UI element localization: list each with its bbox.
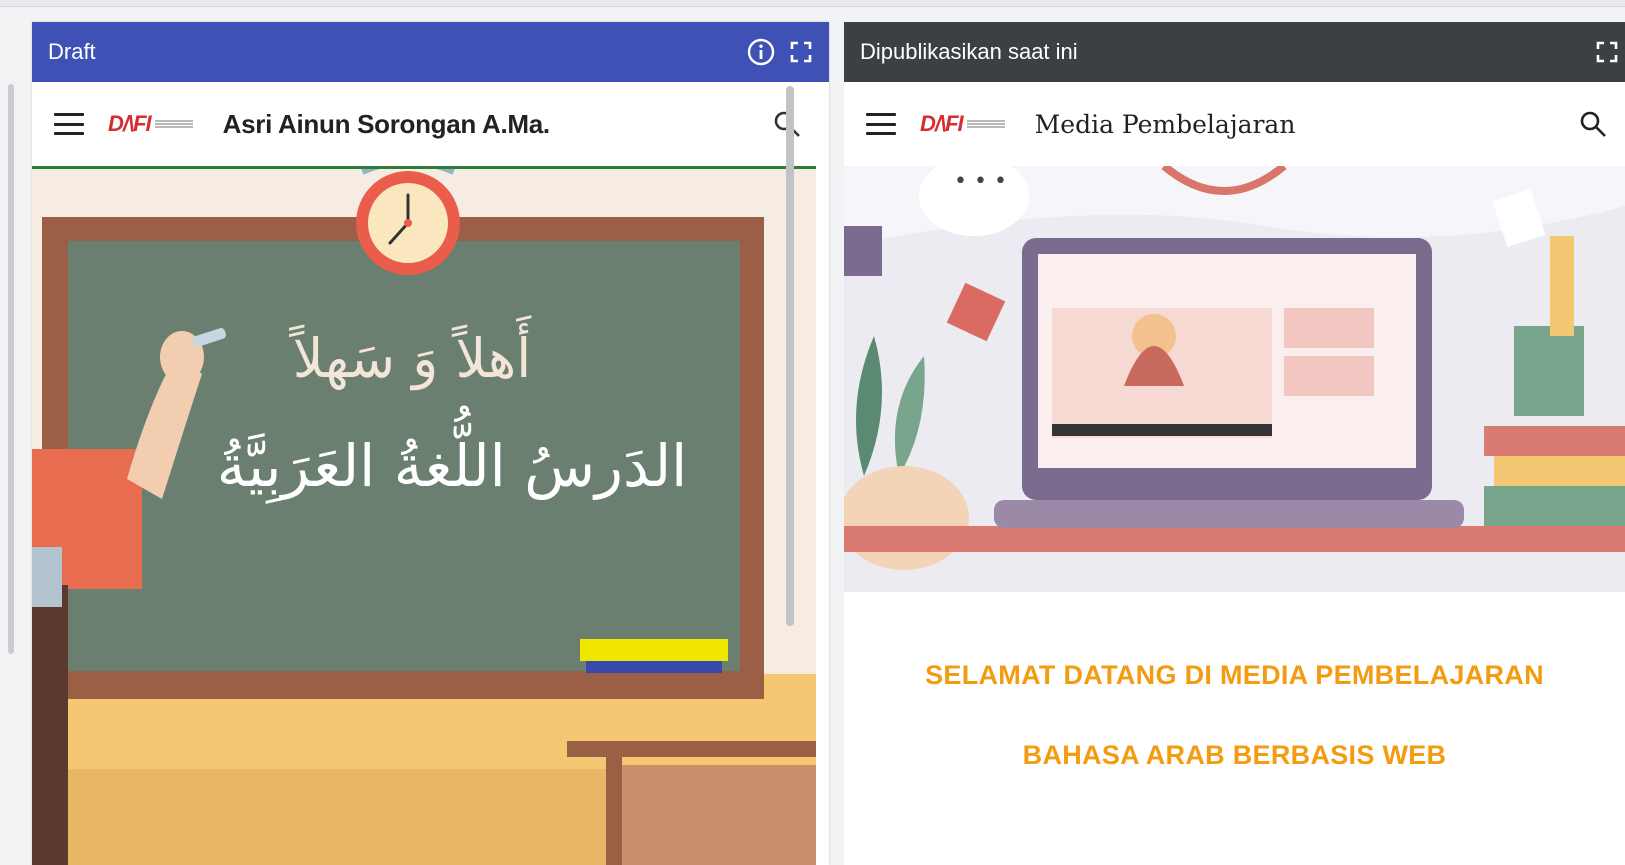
svg-text:• • •: • • • xyxy=(954,169,1007,194)
published-site-header: D/\FI Media Pembelajaran xyxy=(844,82,1625,166)
fullscreen-icon[interactable] xyxy=(1595,40,1619,64)
fullscreen-icon[interactable] xyxy=(789,40,813,64)
site-logo[interactable]: D/\FI xyxy=(108,111,193,137)
site-title[interactable]: Asri Ainun Sorongan A.Ma. xyxy=(223,109,550,140)
window-top-border xyxy=(0,0,1625,7)
hero-arabic-line1: أَهلاً وَ سَهلاً xyxy=(292,327,532,390)
info-icon[interactable] xyxy=(747,38,775,66)
draft-title: Draft xyxy=(48,39,96,64)
site-logo[interactable]: D/\FI xyxy=(920,111,1005,137)
hero-arabic-line2: الدَرسُ اللُّغةُ العَرَبِيَّةُ xyxy=(216,432,688,500)
menu-icon[interactable] xyxy=(866,113,896,135)
menu-icon[interactable] xyxy=(54,113,84,135)
draft-panel: Draft D/\FI Asri Ainun Sorongan A.Ma. أَ… xyxy=(32,22,829,865)
welcome-heading-line2: BAHASA ARAB BERBASIS WEB xyxy=(1022,740,1447,770)
outer-scrollbar[interactable] xyxy=(8,84,14,654)
draft-site-header: D/\FI Asri Ainun Sorongan A.Ma. xyxy=(32,82,829,166)
learning-illustration: • • • xyxy=(844,156,1625,592)
hero-illustration xyxy=(32,157,816,865)
published-panel: Dipublikasikan saat ini D/\FI Media Pemb… xyxy=(844,22,1625,865)
site-title[interactable]: Media Pembelajaran xyxy=(1035,110,1296,139)
published-title: Dipublikasikan saat ini xyxy=(860,39,1078,64)
search-icon[interactable] xyxy=(1579,110,1607,143)
published-header-bar: Dipublikasikan saat ini xyxy=(844,22,1625,82)
logo-text: D/\FI xyxy=(108,111,152,136)
welcome-heading-line1: SELAMAT DATANG DI MEDIA PEMBELAJARAN xyxy=(925,660,1544,690)
draft-header-bar: Draft xyxy=(32,22,829,82)
logo-text: D/\FI xyxy=(920,111,964,136)
draft-scrollbar[interactable] xyxy=(786,86,794,626)
